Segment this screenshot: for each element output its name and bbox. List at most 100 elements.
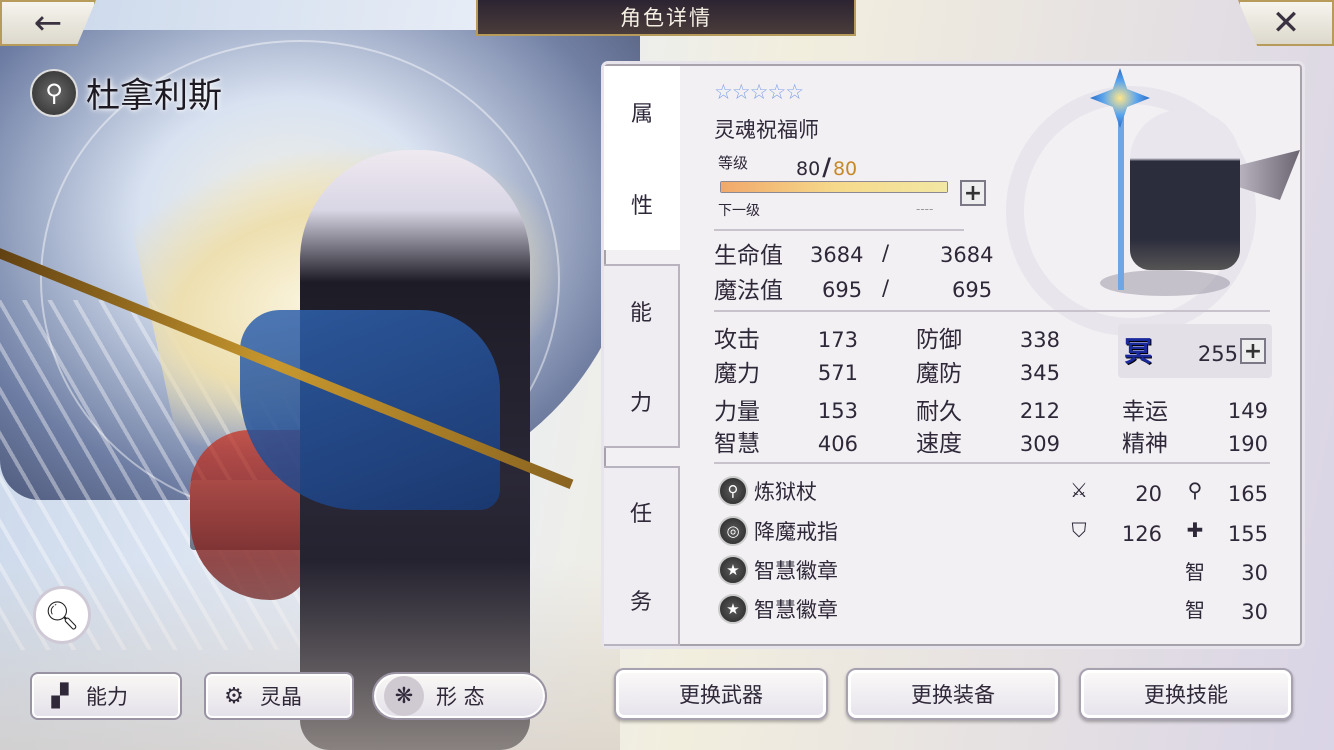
int-label: 智慧 bbox=[714, 431, 760, 457]
tab-abilities-label-bottom: 力 bbox=[629, 391, 652, 416]
change-skill-button[interactable]: 更换技能 bbox=[1079, 668, 1293, 720]
job-name: 灵魂祝福师 bbox=[714, 118, 819, 142]
level-current: 80 bbox=[796, 158, 821, 180]
hp-max: 3684 bbox=[940, 243, 994, 267]
vit-label: 耐久 bbox=[916, 399, 962, 425]
rarity-stars: ☆☆☆☆☆ bbox=[714, 80, 804, 104]
mind-value: 190 bbox=[1227, 432, 1268, 456]
spd-value: 309 bbox=[1019, 432, 1060, 456]
mp-value: 695 bbox=[822, 278, 863, 302]
tab-missions[interactable]: 任 务 bbox=[604, 466, 680, 646]
ability-button[interactable]: ▞ 能力 bbox=[30, 672, 182, 720]
equip-row[interactable]: ★ 智慧徽章 bbox=[718, 594, 838, 624]
special-stat-value: 255 bbox=[1197, 342, 1238, 366]
mp-max: 695 bbox=[952, 278, 993, 302]
grid-icon: ▞ bbox=[51, 683, 69, 709]
atk-value: 173 bbox=[817, 328, 858, 352]
page-title: 角色详情 bbox=[476, 0, 856, 36]
character-name: 杜拿利斯 bbox=[86, 76, 222, 116]
arrow-left-icon: ← bbox=[33, 3, 63, 43]
equip-name: 智慧徽章 bbox=[754, 559, 838, 583]
character-sprite bbox=[1050, 60, 1300, 300]
equip-stat-label: 智 bbox=[1185, 598, 1205, 622]
equip-stat-value: 30 bbox=[1241, 561, 1268, 585]
form-label: 形 态 bbox=[436, 685, 485, 709]
zoom-button[interactable]: 🔍︎ bbox=[33, 586, 91, 644]
sword-icon: ⚔ bbox=[1070, 478, 1088, 502]
equip-name: 炼狱杖 bbox=[754, 480, 817, 504]
luck-label: 幸运 bbox=[1122, 399, 1168, 425]
change-weapon-button[interactable]: 更换武器 bbox=[614, 668, 828, 720]
equip-name: 智慧徽章 bbox=[754, 598, 838, 622]
mp-label: 魔法值 bbox=[714, 278, 783, 304]
str-label: 力量 bbox=[714, 399, 760, 425]
close-icon: ✕ bbox=[1271, 3, 1301, 43]
gear-icon: ⚙ bbox=[224, 683, 244, 709]
equip-name: 降魔戒指 bbox=[754, 520, 838, 544]
shield-icon: ⛉ bbox=[1071, 518, 1087, 542]
level-separator: / bbox=[822, 153, 831, 181]
special-stat-mark: 冥 bbox=[1124, 335, 1153, 368]
tab-missions-label-top: 任 bbox=[629, 502, 652, 527]
tab-abilities[interactable]: 能 力 bbox=[604, 264, 680, 448]
equip-stat-value: 165 bbox=[1227, 482, 1268, 506]
staff-icon: ⚲ bbox=[30, 68, 78, 117]
search-icon: 🔍︎ bbox=[44, 598, 80, 632]
level-up-button[interactable]: + bbox=[960, 180, 986, 206]
ring-icon: ◎ bbox=[718, 516, 748, 546]
equip-row[interactable]: ◎ 降魔戒指 bbox=[718, 516, 838, 546]
atk-label: 攻击 bbox=[714, 327, 760, 353]
staff-small-icon: ⚲ bbox=[1187, 478, 1203, 502]
spd-label: 速度 bbox=[916, 431, 962, 457]
special-stat-plus-button[interactable]: + bbox=[1240, 338, 1266, 364]
form-icon: ❋ bbox=[384, 676, 424, 716]
tab-attributes-label-top: 属 bbox=[630, 102, 653, 127]
cross-shield-icon: ✚ bbox=[1186, 518, 1204, 542]
divider bbox=[714, 462, 1270, 464]
equip-row[interactable]: ⚲ 炼狱杖 bbox=[718, 476, 817, 506]
tab-attributes-label-bottom: 性 bbox=[630, 194, 653, 219]
equip-row[interactable]: ★ 智慧徽章 bbox=[718, 555, 838, 585]
exp-bar-fill bbox=[721, 182, 947, 192]
equip-stat-value: 20 bbox=[1135, 482, 1162, 506]
tab-attributes[interactable]: 属 性 bbox=[604, 66, 680, 250]
ability-label: 能力 bbox=[86, 685, 128, 709]
str-value: 153 bbox=[817, 399, 858, 423]
next-level-value: ---- bbox=[916, 202, 934, 216]
hp-label: 生命值 bbox=[714, 243, 783, 269]
badge-icon: ★ bbox=[718, 594, 748, 624]
luck-value: 149 bbox=[1227, 399, 1268, 423]
equip-stat-value: 126 bbox=[1121, 522, 1162, 546]
next-level-label: 下一级 bbox=[718, 203, 760, 219]
int-value: 406 bbox=[817, 432, 858, 456]
def-label: 防御 bbox=[916, 327, 962, 353]
plus-icon: + bbox=[1243, 338, 1263, 364]
character-name-block: ⚲ 杜拿利斯 bbox=[30, 68, 222, 117]
crystal-button[interactable]: ⚙ 灵晶 bbox=[204, 672, 354, 720]
tab-missions-label-bottom: 务 bbox=[629, 590, 652, 615]
def-value: 338 bbox=[1019, 328, 1060, 352]
change-gear-button[interactable]: 更换装备 bbox=[846, 668, 1060, 720]
spr-label: 魔防 bbox=[916, 361, 962, 387]
divider bbox=[714, 229, 964, 231]
form-button[interactable]: ❋ 形 态 bbox=[372, 672, 547, 720]
equip-stat-value: 30 bbox=[1241, 600, 1268, 624]
plus-icon: + bbox=[963, 180, 983, 206]
hp-separator: / bbox=[882, 241, 890, 265]
equip-stat-label: 智 bbox=[1185, 560, 1205, 584]
mind-label: 精神 bbox=[1122, 431, 1168, 457]
mp-separator: / bbox=[882, 276, 890, 300]
mag-value: 571 bbox=[817, 361, 858, 385]
level-label: 等级 bbox=[718, 154, 749, 172]
spr-value: 345 bbox=[1019, 361, 1060, 385]
vit-value: 212 bbox=[1019, 399, 1060, 423]
divider bbox=[714, 310, 1270, 312]
mag-label: 魔力 bbox=[714, 361, 760, 387]
level-value: 80/80 bbox=[796, 153, 857, 181]
equip-stat-value: 155 bbox=[1227, 522, 1268, 546]
level-max: 80 bbox=[832, 158, 858, 180]
badge-icon: ★ bbox=[718, 555, 748, 585]
tab-abilities-label-top: 能 bbox=[629, 301, 652, 326]
hp-value: 3684 bbox=[810, 243, 864, 267]
crystal-label: 灵晶 bbox=[260, 685, 302, 709]
